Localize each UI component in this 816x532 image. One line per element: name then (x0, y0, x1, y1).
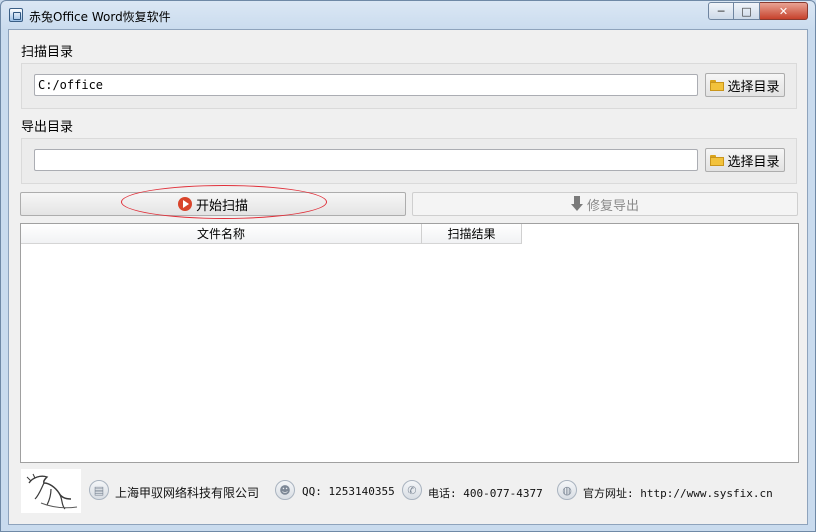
column-header-scan-result[interactable]: 扫描结果 (422, 224, 522, 244)
company-logo (21, 469, 81, 513)
title-bar[interactable]: 赤兔Office Word恢复软件 ─ □ ✕ (1, 1, 815, 29)
website-link[interactable]: 官方网址: http://www.sysfix.cn (583, 485, 773, 501)
window-title: 赤兔Office Word恢复软件 (29, 10, 171, 24)
export-dir-group: 选择目录 (21, 138, 797, 184)
app-icon (9, 8, 23, 22)
main-panel: 扫描目录 选择目录 导出目录 选择目录 开始扫描 修复导出 (8, 29, 808, 525)
qq-icon: ☻ (275, 480, 295, 500)
maximize-button[interactable]: □ (734, 2, 760, 20)
app-window: 赤兔Office Word恢复软件 ─ □ ✕ 扫描目录 选择目录 导出目录 选… (0, 0, 816, 532)
scan-dir-input[interactable] (34, 74, 698, 96)
export-dir-browse-button[interactable]: 选择目录 (705, 148, 785, 172)
repair-export-button[interactable]: 修复导出 (412, 192, 798, 216)
scan-dir-label: 扫描目录 (21, 45, 74, 60)
close-icon: ✕ (778, 4, 789, 18)
start-scan-button[interactable]: 开始扫描 (20, 192, 406, 216)
play-icon (177, 197, 192, 211)
repair-export-label: 修复导出 (586, 198, 639, 214)
phone-number: 电话: 400-077-4377 (428, 487, 543, 500)
maximize-icon: □ (741, 4, 752, 18)
globe-icon: ◍ (557, 480, 577, 500)
column-header-filename[interactable]: 文件名称 (21, 224, 422, 244)
company-name: 上海甲驭网络科技有限公司 (115, 486, 260, 500)
export-dir-input[interactable] (34, 149, 698, 171)
folder-icon (710, 154, 725, 166)
folder-icon (710, 79, 725, 91)
start-scan-label: 开始扫描 (195, 198, 248, 214)
table-header: 文件名称 扫描结果 (21, 224, 522, 244)
results-table[interactable]: 文件名称 扫描结果 (20, 223, 799, 463)
close-button[interactable]: ✕ (760, 2, 808, 20)
qq-number: QQ: 1253140355 (302, 485, 395, 498)
horse-logo-icon (26, 473, 78, 510)
phone-icon: ✆ (402, 480, 422, 500)
export-dir-label: 导出目录 (21, 120, 74, 135)
scan-dir-group: 选择目录 (21, 63, 797, 109)
footer: ▤ 上海甲驭网络科技有限公司 ☻ QQ: 1253140355 ✆ 电话: 40… (9, 467, 807, 523)
scan-dir-browse-label: 选择目录 (727, 79, 780, 95)
download-arrow-icon (570, 196, 583, 212)
export-dir-browse-label: 选择目录 (727, 154, 780, 170)
scan-dir-browse-button[interactable]: 选择目录 (705, 73, 785, 97)
minimize-icon: ─ (717, 4, 725, 18)
minimize-button[interactable]: ─ (708, 2, 734, 20)
building-icon: ▤ (89, 480, 109, 500)
